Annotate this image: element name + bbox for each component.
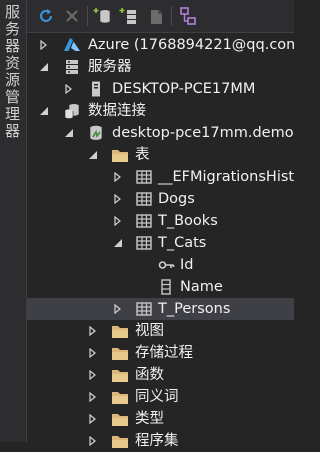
tree-node-table[interactable]: T_Cats <box>27 232 294 254</box>
folder-icon <box>111 410 129 428</box>
collapse-arrow-icon[interactable] <box>37 100 51 122</box>
expand-arrow-icon[interactable] <box>111 188 125 210</box>
tree-label-server: DESKTOP-PCE17MM <box>112 81 256 97</box>
server-explorer-side-tab[interactable]: 服务器资源管理器 <box>0 0 27 442</box>
folder-icon <box>111 322 129 340</box>
expand-arrow-icon[interactable] <box>86 408 100 430</box>
stop-icon[interactable] <box>61 5 83 27</box>
tree-label-servers: 服务器 <box>88 59 132 75</box>
expand-arrow-icon[interactable] <box>86 342 100 364</box>
expand-arrow-icon[interactable] <box>111 298 125 320</box>
connect-database-icon[interactable] <box>93 5 115 27</box>
tree-node-tables-folder[interactable]: 表 <box>27 144 294 166</box>
tree-label-folder: 类型 <box>135 411 164 427</box>
primary-key-icon <box>157 256 175 274</box>
tree-node-table[interactable]: T_Books <box>27 210 294 232</box>
tree-node-column[interactable]: Id <box>27 254 294 276</box>
expand-arrow-icon[interactable] <box>62 78 76 100</box>
collapse-arrow-icon[interactable] <box>62 122 76 144</box>
tree-node-column[interactable]: Name <box>27 276 294 298</box>
tree-label-data-connections: 数据连接 <box>88 103 146 119</box>
tree-node-folder[interactable]: 函数 <box>27 364 294 386</box>
collapse-arrow-icon[interactable] <box>111 232 125 254</box>
azure-icon <box>63 36 81 54</box>
tree-node-folder[interactable]: 同义词 <box>27 386 294 408</box>
tree-node-data-connections[interactable]: 数据连接 <box>27 100 294 122</box>
server-icon <box>87 80 105 98</box>
collapse-arrow-icon[interactable] <box>37 56 51 78</box>
tree-label-connection: desktop-pce17mm.demo.dbo <box>112 125 294 141</box>
tree-label-folder: 同义词 <box>135 389 179 405</box>
tree-label-table: T_Cats <box>158 235 207 251</box>
tree-node-connection[interactable]: desktop-pce17mm.demo.dbo <box>27 122 294 144</box>
side-tab-title: 服务器资源管理器 <box>3 4 21 140</box>
expand-arrow-icon[interactable] <box>37 34 51 56</box>
expand-arrow-icon[interactable] <box>86 320 100 342</box>
folder-icon <box>111 146 129 164</box>
connect-sharepoint-icon[interactable] <box>145 5 167 27</box>
tree-node-folder[interactable]: 类型 <box>27 408 294 430</box>
table-icon <box>135 212 153 230</box>
tree-node-folder[interactable]: 视图 <box>27 320 294 342</box>
tree-node-table-selected[interactable]: T_Persons <box>27 298 294 320</box>
tree-node-azure[interactable]: Azure (1768894221@qq.com) <box>27 34 294 56</box>
data-connections-icon <box>63 102 81 120</box>
tree-node-table[interactable]: Dogs <box>27 188 294 210</box>
table-icon <box>135 168 153 186</box>
folder-icon <box>111 388 129 406</box>
tree-label-folder: 存储过程 <box>135 345 193 361</box>
column-icon <box>157 278 175 296</box>
connect-server-icon[interactable] <box>119 5 141 27</box>
expand-arrow-icon[interactable] <box>86 364 100 386</box>
tree-label-table: __EFMigrationsHistory <box>158 169 294 185</box>
expand-arrow-icon[interactable] <box>86 386 100 408</box>
servers-icon <box>63 58 81 76</box>
tree-node-server[interactable]: DESKTOP-PCE17MM <box>27 78 294 100</box>
server-explorer-toolbar <box>27 0 294 33</box>
expand-arrow-icon[interactable] <box>111 166 125 188</box>
table-icon <box>135 234 153 252</box>
tree-node-servers[interactable]: 服务器 <box>27 56 294 78</box>
table-icon <box>135 190 153 208</box>
class-diagram-icon[interactable] <box>177 5 199 27</box>
tree-label-table: T_Books <box>158 213 218 229</box>
tree-label-column: Id <box>180 257 194 273</box>
tree-label-folder: 程序集 <box>135 433 179 449</box>
tree-label-azure: Azure (1768894221@qq.com) <box>88 37 294 53</box>
table-icon <box>135 300 153 318</box>
folder-icon <box>111 366 129 384</box>
tree-label-table: T_Persons <box>158 301 231 317</box>
database-connection-icon <box>87 124 105 142</box>
tree-node-table[interactable]: __EFMigrationsHistory <box>27 166 294 188</box>
folder-icon <box>111 432 129 450</box>
collapse-arrow-icon[interactable] <box>86 144 100 166</box>
tree-node-folder[interactable]: 存储过程 <box>27 342 294 364</box>
tree-label-folder: 视图 <box>135 323 164 339</box>
tree-label-column: Name <box>180 279 223 295</box>
expand-arrow-icon[interactable] <box>111 210 125 232</box>
tree-label-folder: 函数 <box>135 367 164 383</box>
refresh-icon[interactable] <box>35 5 57 27</box>
folder-icon <box>111 344 129 362</box>
server-explorer-tree: Azure (1768894221@qq.com) 服务器 DESKTOP-PC… <box>27 34 294 449</box>
tree-node-folder[interactable]: 程序集 <box>27 430 294 452</box>
expand-arrow-icon[interactable] <box>86 430 100 452</box>
tree-label-table: Dogs <box>158 191 195 207</box>
tree-label-tables-folder: 表 <box>135 147 150 163</box>
